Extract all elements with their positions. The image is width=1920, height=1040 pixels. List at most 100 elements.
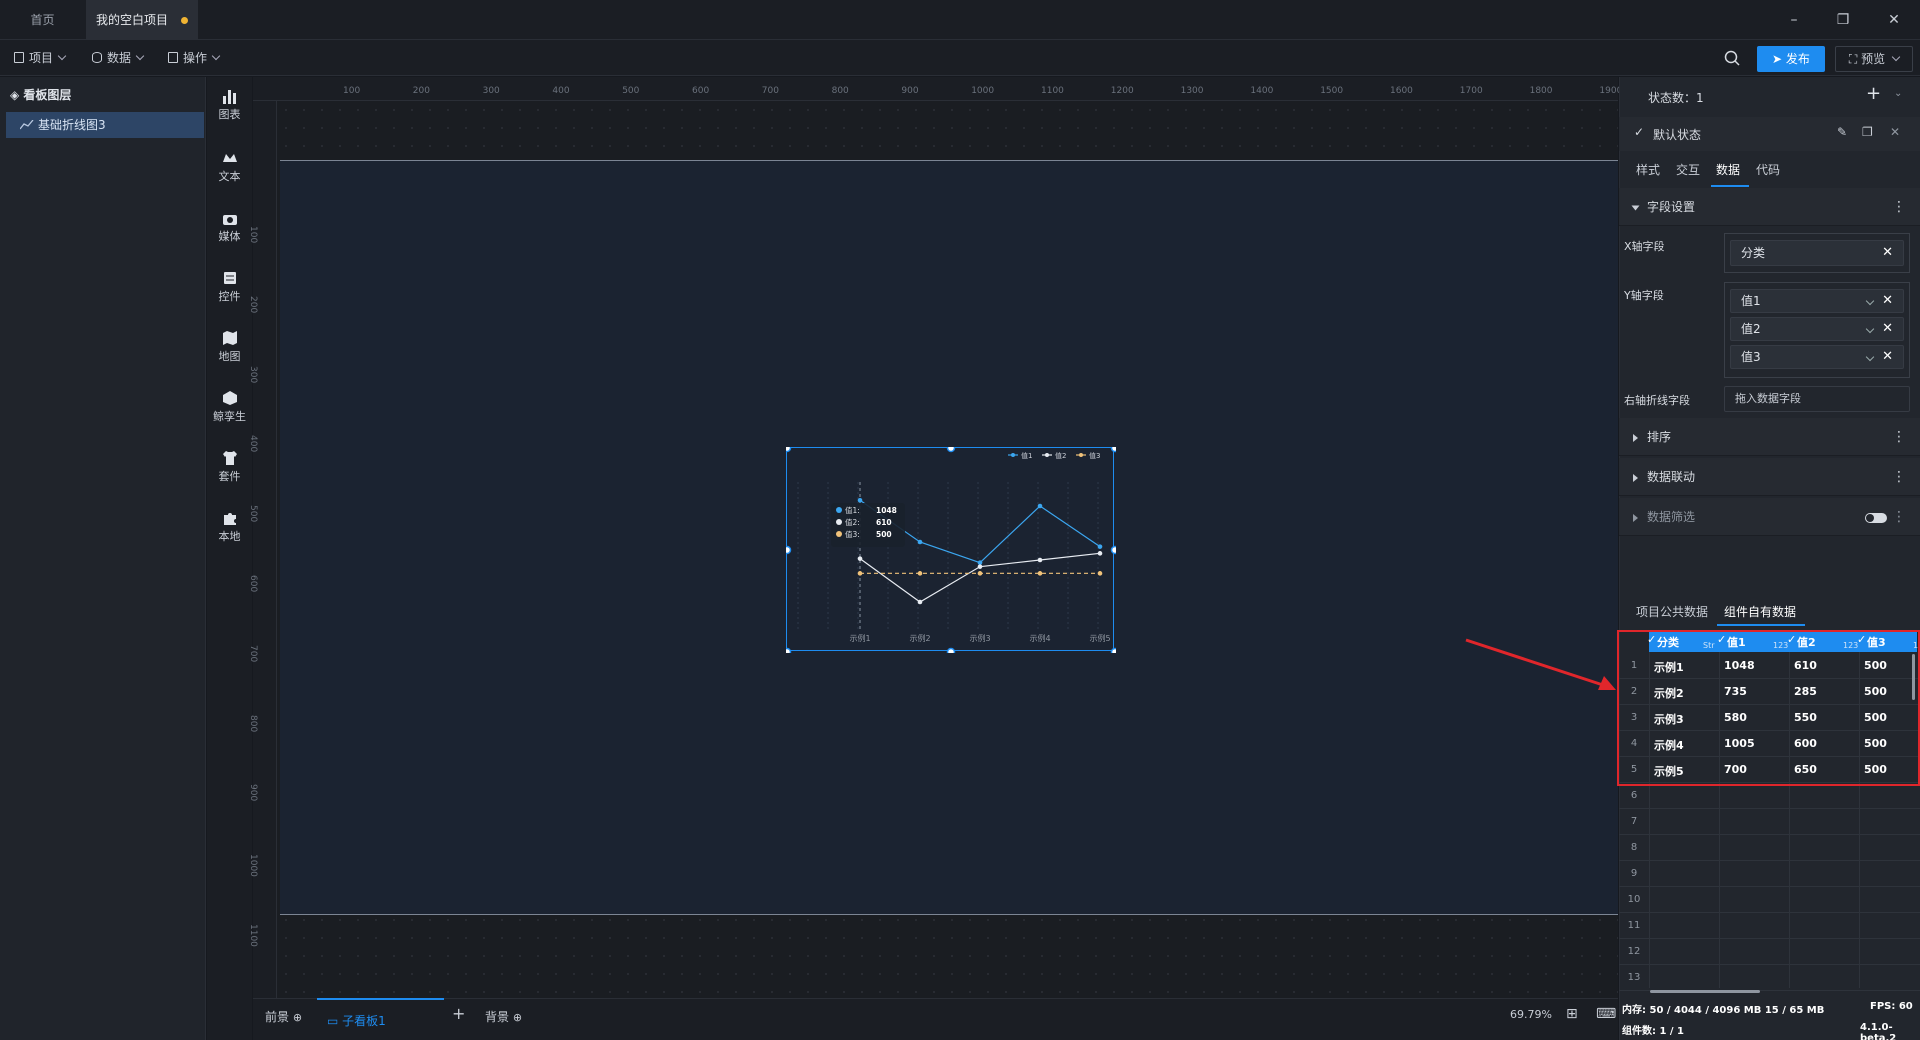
more-icon[interactable]: ⋮ [1892,418,1906,456]
tab-code[interactable]: 代码 [1756,161,1780,178]
ruler-tick-label: 1000 [248,854,258,878]
resize-handle[interactable] [1110,447,1117,453]
tab-sub-board[interactable]: ▭ 子看板1 [317,998,444,1040]
add-circle-icon[interactable]: ⊕ [513,1011,522,1024]
x-tick-label: 示例2 [909,633,930,643]
field-settings-section[interactable]: 字段设置 ⋮ [1619,188,1920,226]
remove-icon[interactable]: ✕ [1882,346,1893,368]
add-circle-icon[interactable]: ⊕ [293,1011,302,1024]
tab-home[interactable]: 首页 [0,0,85,40]
iconbar-map[interactable]: 地图 [207,330,252,364]
tab-project-public-data[interactable]: 项目公共数据 [1636,603,1708,620]
data-point [1037,571,1043,576]
resize-handle[interactable] [946,447,956,453]
chevron-down-icon[interactable] [1891,52,1901,62]
filter-toggle[interactable] [1865,513,1887,523]
more-icon[interactable]: ⋮ [1892,188,1906,226]
edit-icon[interactable]: ✎ [1837,125,1847,139]
resize-handle[interactable] [1110,647,1117,654]
map-icon [222,331,237,345]
more-icon[interactable]: ⋮ [1892,498,1906,536]
x-axis-field-chip[interactable]: 分类 ✕ [1730,240,1904,266]
resize-handle[interactable] [786,647,792,654]
restore-icon[interactable]: ❐ [1833,10,1853,30]
iconbar-chart[interactable]: 图表 [207,88,252,122]
tab-background[interactable]: 背景 ⊕ [485,1008,522,1025]
table-row-divider [1619,938,1920,939]
publish-button[interactable]: ➤ 发布 [1757,46,1825,72]
row-number: 9 [1630,868,1638,879]
chevron-down-icon[interactable] [1865,296,1875,306]
add-board-icon[interactable]: + [452,1004,465,1023]
tab-data[interactable]: 数据 [1716,161,1740,178]
legend-marker [1045,453,1049,457]
menu-data[interactable]: 数据 [92,48,145,68]
table-row-divider [1619,886,1920,887]
ruler-tick-label: 700 [761,86,779,96]
sort-section[interactable]: 排序 ⋮ [1619,418,1920,456]
ruler-tick-label: 200 [412,86,430,96]
line-chart-icon [20,120,34,130]
tab-interaction[interactable]: 交互 [1676,161,1700,178]
table-hscrollbar[interactable] [1650,990,1760,993]
fullscreen-icon: ⛶ [1848,52,1862,66]
menu-ops[interactable]: 操作 [168,48,221,68]
row-number: 7 [1630,816,1638,827]
caret-down-icon [1631,205,1640,211]
keyboard-icon[interactable]: ⌨ [1596,1006,1616,1022]
preview-button[interactable]: ⛶ 预览 [1835,46,1913,72]
highlight-box [1617,630,1920,786]
remove-icon[interactable]: ✕ [1882,290,1893,312]
tab-style[interactable]: 样式 [1636,161,1660,178]
y-axis-field-chip[interactable]: 值3 ✕ [1730,345,1904,369]
tab-foreground[interactable]: 前景 ⊕ [265,1008,302,1025]
tooltip-marker [836,519,842,525]
iconbar-control[interactable]: 控件 [207,270,252,304]
more-icon[interactable]: ⋮ [1892,458,1906,496]
row-number: 6 [1630,790,1638,801]
iconbar-text[interactable]: 文本 [207,150,252,184]
layer-item-label: 基础折线图3 [38,118,106,132]
iconbar-twin[interactable]: 鲸孪生 [207,390,252,424]
preview-label: 预览 [1861,52,1886,66]
line-chart[interactable]: 示例1 示例2 示例3 示例4 示例5 值1 值2 值3 值1: 1048 值2: 610 值3: 500 [786,447,1116,653]
fit-screen-icon[interactable]: ⊞ [1566,1006,1578,1022]
chevron-down-icon[interactable]: ⌄ [1894,88,1902,99]
remove-icon[interactable]: ✕ [1882,241,1893,265]
memory-status: 内存: 50 / 4044 / 4096 MB 15 / 65 MB [1622,1005,1825,1016]
resize-handle[interactable] [946,647,956,654]
menu-project[interactable]: 项目 [14,48,67,68]
add-state-icon[interactable]: + [1866,83,1881,104]
y-axis-field-chip[interactable]: 值1 ✕ [1730,289,1904,313]
copy-icon[interactable]: ❐ [1862,125,1873,139]
chevron-down-icon[interactable] [1865,324,1875,334]
ruler-tick-label: 600 [248,575,258,593]
chevron-down-icon[interactable] [1865,352,1875,362]
minimize-icon[interactable]: – [1784,10,1804,30]
iconbar-media-label: 媒体 [218,230,241,243]
remove-icon[interactable]: ✕ [1882,318,1893,340]
tab-component-own-data[interactable]: 组件自有数据 [1724,603,1796,620]
iconbar-media[interactable]: 媒体 [207,210,252,244]
right-axis-field-dropzone[interactable]: 拖入数据字段 [1724,386,1910,412]
y-axis-field-value: 值2 [1741,322,1761,336]
table-scrollbar[interactable] [1912,654,1915,700]
close-icon[interactable]: ✕ [1890,125,1900,139]
layer-item-line-chart[interactable]: 基础折线图3 [6,112,204,138]
zoom-level[interactable]: 69.79% [1510,1008,1552,1021]
resize-handle[interactable] [786,447,792,453]
linkage-section[interactable]: 数据联动 ⋮ [1619,458,1920,496]
y-axis-field-chip[interactable]: 值2 ✕ [1730,317,1904,341]
data-point [1037,503,1043,509]
tab-project[interactable]: 我的空白项目 [86,0,198,40]
resize-handle[interactable] [786,545,792,555]
close-icon[interactable]: ✕ [1884,10,1904,30]
resize-handle[interactable] [1110,545,1117,555]
iconbar-local[interactable]: 本地 [207,510,252,544]
table-row-divider [1619,860,1920,861]
iconbar-suite[interactable]: 套件 [207,450,252,484]
tooltip-marker [836,531,842,537]
search-icon[interactable] [1724,50,1740,66]
ruler-tick-label: 1300 [1180,86,1204,96]
data-point [857,571,863,576]
